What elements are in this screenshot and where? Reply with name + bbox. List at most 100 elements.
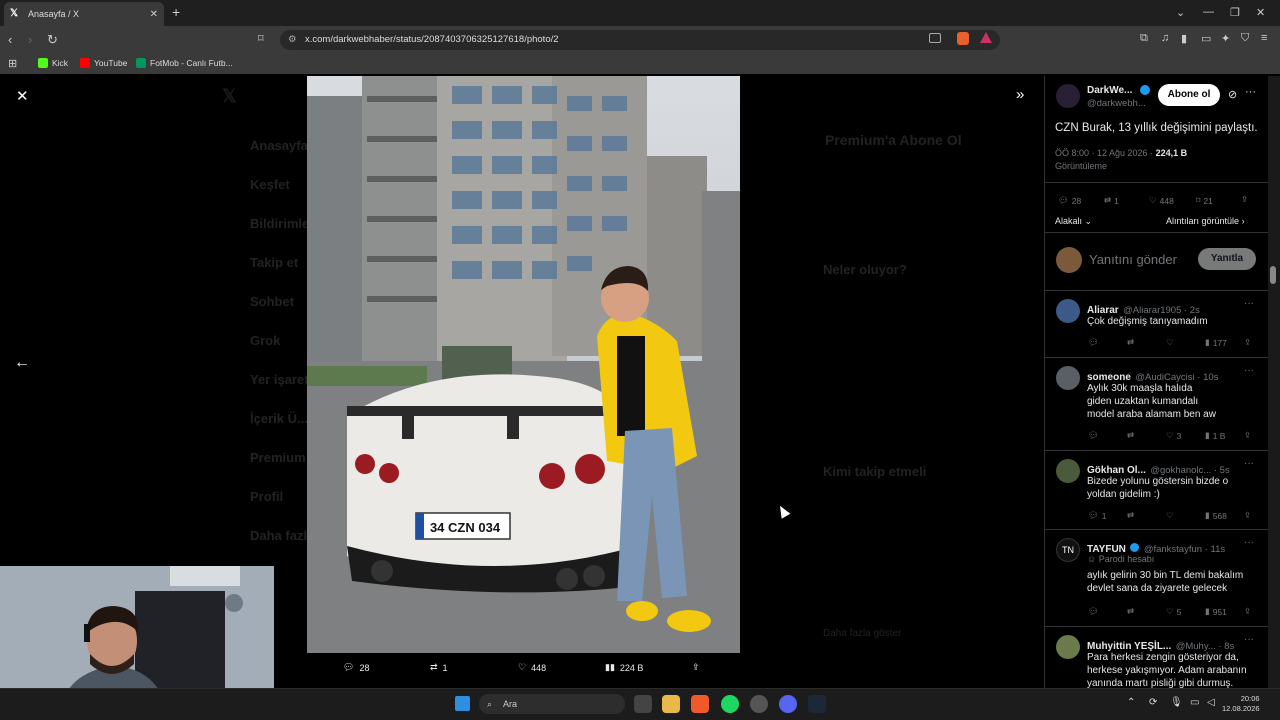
list-item[interactable]: TN TAYFUN @fankstayfun · 11s ··· ☺ Parod…: [1044, 530, 1268, 626]
menu-icon[interactable]: ≡: [1261, 32, 1267, 44]
more-icon[interactable]: ···: [1244, 298, 1254, 309]
new-tab-button[interactable]: +: [172, 4, 180, 20]
grok-icon[interactable]: ⊘: [1228, 88, 1237, 101]
scrollbar[interactable]: [1268, 76, 1280, 688]
avatar[interactable]: [1056, 299, 1080, 323]
microphone-icon[interactable]: 🎙︎: [1170, 697, 1183, 708]
reply-icon[interactable]: 💬︎: [1088, 337, 1099, 348]
author-handle[interactable]: @darkwebh...: [1087, 98, 1146, 109]
list-item[interactable]: someone @AudiCaycisi · 10s ··· Aylık 30k…: [1044, 358, 1268, 450]
action-share[interactable]: ⇪: [692, 662, 700, 673]
like-stat[interactable]: ♡ 3: [1166, 430, 1181, 441]
repost-icon[interactable]: ⇄: [1127, 337, 1134, 348]
media-icon[interactable]: ♫: [1161, 32, 1169, 44]
reply-icon[interactable]: 💬︎: [1088, 606, 1099, 617]
taskbar-search-input[interactable]: ⌕ Ara: [479, 694, 625, 714]
avatar[interactable]: TN: [1056, 538, 1080, 562]
avatar[interactable]: [1056, 459, 1080, 483]
reload-icon[interactable]: ↻: [47, 32, 58, 48]
bookmark-kick[interactable]: Kick: [38, 58, 68, 68]
bookmark-icon[interactable]: ⌑: [258, 32, 264, 45]
app-icon[interactable]: [750, 695, 768, 713]
tweet-reply-stat[interactable]: 💬︎ 28: [1058, 195, 1081, 206]
heart-icon[interactable]: ♡: [1166, 337, 1174, 348]
tweet-bookmark-stat[interactable]: ⌑ 21: [1196, 195, 1213, 206]
more-icon[interactable]: ···: [1244, 458, 1254, 469]
maximize-button[interactable]: ❐: [1230, 6, 1240, 19]
tray-chevron-icon[interactable]: ⌃: [1127, 697, 1135, 708]
more-icon[interactable]: ···: [1244, 365, 1254, 376]
more-icon[interactable]: ···: [1244, 634, 1254, 645]
more-icon[interactable]: ···: [1244, 537, 1254, 548]
action-like[interactable]: ♡ 448: [518, 662, 546, 673]
reply-sort-dropdown[interactable]: Alakalı ⌄: [1055, 216, 1092, 227]
views-stat[interactable]: ▮ 568: [1205, 510, 1227, 521]
browser-tab[interactable]: 𝕏 Anasayfa / X ✕: [4, 2, 164, 26]
reply-button[interactable]: Yanıtla: [1198, 248, 1256, 270]
like-stat[interactable]: ♡ 5: [1166, 606, 1181, 617]
bookmark-youtube[interactable]: YouTube: [80, 58, 127, 68]
reply-icon[interactable]: 💬︎: [1088, 430, 1099, 441]
tab-close-icon[interactable]: ✕: [150, 9, 158, 20]
close-media-icon[interactable]: ✕: [16, 87, 29, 105]
collapse-panel-icon[interactable]: »: [1016, 86, 1024, 103]
network-icon[interactable]: ▭: [1190, 697, 1199, 708]
task-view-icon[interactable]: [634, 695, 652, 713]
list-item[interactable]: Gökhan Ol... @gokhanolc... · 5s ··· Bize…: [1044, 451, 1268, 529]
previous-photo-icon[interactable]: ←: [14, 354, 30, 372]
more-icon[interactable]: ···: [1245, 86, 1256, 98]
views-stat[interactable]: ▮ 1 B: [1205, 430, 1225, 441]
apps-icon[interactable]: ⊞: [8, 57, 17, 70]
view-quotes-link[interactable]: Alıntıları görüntüle ›: [1166, 216, 1245, 226]
close-window-button[interactable]: ✕: [1256, 6, 1265, 19]
avatar[interactable]: [1056, 366, 1080, 390]
wallet-icon[interactable]: ▭: [1201, 32, 1211, 45]
volume-icon[interactable]: ◁: [1207, 697, 1215, 708]
views-stat[interactable]: ▮ 177: [1205, 337, 1227, 348]
action-repost[interactable]: ⇄ 1: [430, 662, 448, 673]
tweet-repost-stat[interactable]: ⇄ 1: [1104, 195, 1119, 206]
current-user-avatar[interactable]: [1056, 247, 1082, 273]
avatar[interactable]: [1056, 635, 1080, 659]
repost-icon[interactable]: ⇄: [1127, 510, 1134, 521]
cast-icon[interactable]: [929, 33, 941, 43]
leo-ai-icon[interactable]: ✦: [1221, 32, 1230, 45]
reply-input[interactable]: Yanıtını gönder: [1089, 252, 1177, 267]
scrollbar-thumb[interactable]: [1270, 266, 1276, 284]
tray-app-icon[interactable]: ⟳: [1149, 697, 1157, 708]
vpn-icon[interactable]: ⛉: [1241, 32, 1249, 45]
brave-shield-icon[interactable]: [957, 32, 969, 45]
tab-search-icon[interactable]: ⌄: [1176, 6, 1185, 19]
tweet-like-stat[interactable]: ♡ 448: [1149, 195, 1174, 206]
list-item[interactable]: Aliarar @Aliarar1905 · 2s ··· Çok değişm…: [1044, 291, 1268, 357]
subscribe-button[interactable]: Abone ol: [1158, 84, 1220, 106]
extensions-icon[interactable]: ⧉: [1140, 32, 1148, 45]
taskbar-clock[interactable]: 20:06 12.08.2026: [1222, 694, 1260, 714]
start-windows-icon[interactable]: [455, 696, 470, 711]
share-icon[interactable]: ⇪: [1244, 430, 1251, 441]
sidebar-icon[interactable]: ▮: [1181, 32, 1187, 45]
minimize-button[interactable]: —: [1203, 6, 1214, 18]
share-icon[interactable]: ⇪: [1244, 606, 1251, 617]
file-explorer-icon[interactable]: [662, 695, 680, 713]
share-icon[interactable]: ⇪: [1244, 337, 1251, 348]
repost-icon[interactable]: ⇄: [1127, 430, 1134, 441]
author-name[interactable]: DarkWe...: [1087, 85, 1132, 96]
tweet-time[interactable]: ÖÖ 8:00 · 12 Ağu 2026 ·: [1055, 148, 1156, 158]
steam-icon[interactable]: [808, 695, 826, 713]
url-input[interactable]: ⚙ x.com/darkwebhaber/status/208740370632…: [280, 30, 1000, 50]
tweet-photo[interactable]: 34 CZN 034: [307, 76, 740, 653]
back-icon[interactable]: ‹: [8, 32, 12, 47]
author-avatar[interactable]: [1056, 84, 1080, 108]
bookmark-fotmob[interactable]: FotMob - Canlı Futb...: [136, 58, 233, 68]
action-reply[interactable]: 💬︎ 28: [343, 662, 369, 673]
views-stat[interactable]: ▮ 951: [1205, 606, 1227, 617]
discord-icon[interactable]: [779, 695, 797, 713]
action-views[interactable]: ▮▮ 224 B: [605, 662, 643, 673]
reply-stat[interactable]: 💬︎ 1: [1088, 510, 1107, 521]
spotify-icon[interactable]: [721, 695, 739, 713]
share-icon[interactable]: ⇪: [1244, 510, 1251, 521]
heart-icon[interactable]: ♡: [1166, 510, 1174, 521]
forward-icon[interactable]: ›: [28, 32, 32, 47]
site-info-icon[interactable]: ⚙: [288, 30, 297, 50]
